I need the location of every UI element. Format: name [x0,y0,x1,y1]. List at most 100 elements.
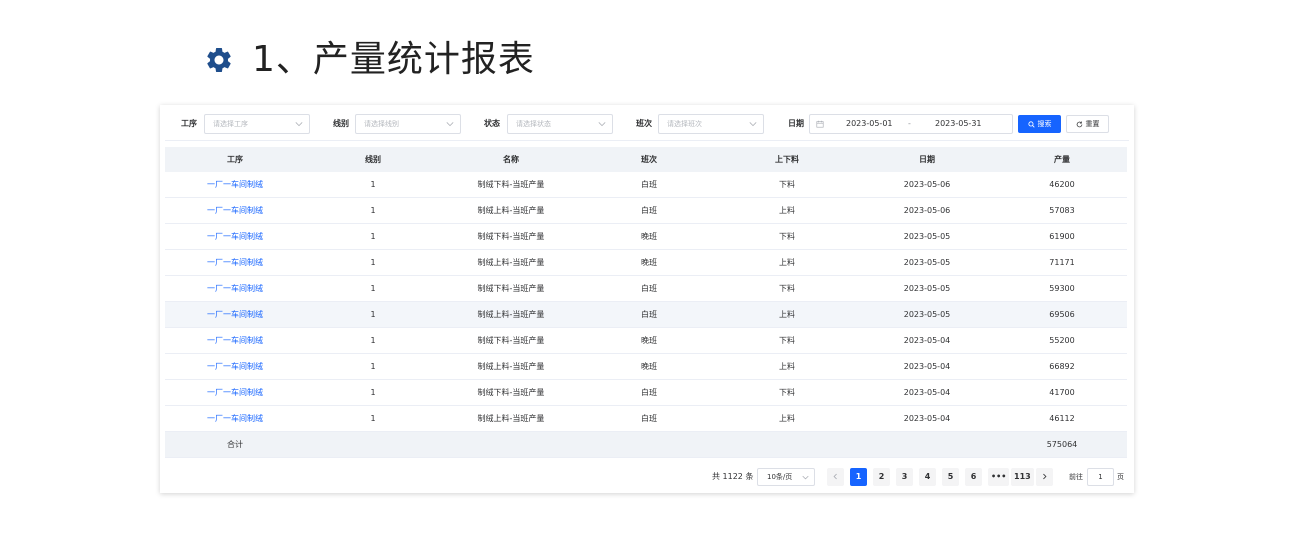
chevron-down-icon [802,475,809,480]
table-cell: 制绒上料-当班产量 [441,197,581,224]
chevron-left-icon [833,473,837,480]
table-row[interactable]: 一厂一车间制绒 1 制绒下料-当班产量 晚班 下料 2023-05-05 61900 [165,223,1127,250]
column-header[interactable]: 名称 [441,147,581,172]
date-separator: - [908,119,911,128]
column-header[interactable]: 上下料 [717,147,857,172]
production-table: 工序 线别 名称 班次 上下料 日期 产量 一厂一车间制绒 1 制绒下料-当班产量白… [165,147,1127,458]
page-number-button[interactable]: 113 [1011,468,1034,486]
process-link[interactable]: 一厂一车间制绒 [165,405,305,432]
status-label: 状态 [484,119,500,128]
page-number-button[interactable]: 2 [873,468,890,486]
process-link[interactable]: 一厂一车间制绒 [165,223,305,250]
chevron-down-icon [749,122,757,127]
report-card: 工序 请选择工序 线别 请选择线别 状态 请选择状态 班次 请选择班次 日期 2… [160,105,1134,493]
prev-page-button[interactable] [827,468,844,486]
table-cell: 69506 [997,301,1127,328]
table-row[interactable]: 一厂一车间制绒 1 制绒上料-当班产量 白班 上料 2023-05-05 69506 [165,301,1127,328]
table-cell: 制绒上料-当班产量 [441,405,581,432]
process-link[interactable]: 一厂一车间制绒 [165,379,305,406]
page-size-select[interactable]: 10条/页 [757,468,815,486]
process-link[interactable]: 一厂一车间制绒 [165,353,305,380]
table-cell: 1 [305,405,441,432]
column-header[interactable]: 班次 [581,147,717,172]
status-select[interactable]: 请选择状态 [507,114,613,134]
search-button[interactable]: 搜索 [1018,115,1061,133]
table-cell: 白班 [581,301,717,328]
table-row[interactable]: 一厂一车间制绒 1 制绒上料-当班产量 晚班 上料 2023-05-04 66892 [165,353,1127,380]
more-pages-button[interactable]: ••• [988,468,1010,486]
table-cell: 66892 [997,353,1127,380]
table-row[interactable]: 一厂一车间制绒 1 制绒上料-当班产量 白班 上料 2023-05-06 57083 [165,197,1127,224]
table-row[interactable]: 一厂一车间制绒 1 制绒上料-当班产量 晚班 上料 2023-05-05 71171 [165,249,1127,276]
filter-divider [165,140,1129,141]
line-label: 线别 [333,119,349,128]
process-link[interactable]: 一厂一车间制绒 [165,327,305,354]
summary-row: 合计 575064 [165,431,1127,458]
table-cell: 1 [305,249,441,276]
table-row[interactable]: 一厂一车间制绒 1 制绒下料-当班产量 白班 下料 2023-05-05 59300 [165,275,1127,302]
reset-button[interactable]: 重置 [1066,115,1109,133]
process-select[interactable]: 请选择工序 [204,114,310,134]
reset-button-label: 重置 [1085,120,1100,128]
table-cell: 下料 [717,223,857,250]
summary-total: 575064 [997,431,1127,458]
table-cell: 2023-05-05 [857,301,997,328]
filter-bar: 工序 请选择工序 线别 请选择线别 状态 请选择状态 班次 请选择班次 日期 2… [160,114,1134,134]
date-end[interactable]: 2023-05-31 [935,115,982,133]
status-placeholder: 请选择状态 [516,120,551,128]
table-cell: 1 [305,353,441,380]
page-number-button[interactable]: 1 [850,468,867,486]
summary-label: 合计 [165,431,305,458]
table-cell: 上料 [717,197,857,224]
table-cell: 上料 [717,353,857,380]
table-cell: 制绒下料-当班产量 [441,327,581,354]
next-page-button[interactable] [1036,468,1053,486]
table-cell: 制绒下料-当班产量 [441,275,581,302]
table-cell: 1 [305,172,441,198]
process-link[interactable]: 一厂一车间制绒 [165,301,305,328]
table-cell: 46112 [997,405,1127,432]
table-cell: 2023-05-04 [857,379,997,406]
process-link[interactable]: 一厂一车间制绒 [165,172,305,198]
table-cell: 2023-05-05 [857,223,997,250]
table-cell: 制绒下料-当班产量 [441,223,581,250]
table-row[interactable]: 一厂一车间制绒 1 制绒下料-当班产量 晚班 下料 2023-05-04 55200 [165,327,1127,354]
column-header[interactable]: 工序 [165,147,305,172]
table-cell: 1 [305,275,441,302]
table-cell: 制绒下料-当班产量 [441,172,581,198]
process-link[interactable]: 一厂一车间制绒 [165,197,305,224]
goto-suffix: 页 [1117,473,1124,481]
page-number-button[interactable]: 5 [942,468,959,486]
shift-select[interactable]: 请选择班次 [658,114,764,134]
table-cell: 46200 [997,172,1127,198]
goto-page-input[interactable]: 1 [1087,468,1114,486]
page-number-button[interactable]: 3 [896,468,913,486]
date-start[interactable]: 2023-05-01 [846,115,893,133]
table-cell: 晚班 [581,249,717,276]
table-cell: 2023-05-04 [857,353,997,380]
table-row[interactable]: 一厂一车间制绒 1 制绒下料-当班产量 白班 下料 2023-05-06 46200 [165,172,1127,198]
gear-icon [204,45,234,75]
table-cell: 59300 [997,275,1127,302]
chevron-right-icon [1043,473,1047,480]
page-number-button[interactable]: 6 [965,468,982,486]
process-link[interactable]: 一厂一车间制绒 [165,275,305,302]
page-number-button[interactable]: 4 [919,468,936,486]
table-row[interactable]: 一厂一车间制绒 1 制绒下料-当班产量 白班 下料 2023-05-04 41700 [165,379,1127,406]
table-cell: 57083 [997,197,1127,224]
column-header[interactable]: 产量 [997,147,1127,172]
page-title: 1、产量统计报表 [252,39,535,80]
process-link[interactable]: 一厂一车间制绒 [165,249,305,276]
table-cell: 1 [305,379,441,406]
table-cell: 白班 [581,172,717,198]
table-cell: 2023-05-05 [857,249,997,276]
column-header[interactable]: 日期 [857,147,997,172]
line-select[interactable]: 请选择线别 [355,114,461,134]
table-cell: 制绒上料-当班产量 [441,249,581,276]
table-cell: 1 [305,223,441,250]
table-row[interactable]: 一厂一车间制绒 1 制绒上料-当班产量 白班 上料 2023-05-04 46112 [165,405,1127,432]
table-cell: 2023-05-04 [857,405,997,432]
table-header-row: 工序 线别 名称 班次 上下料 日期 产量 [165,147,1127,172]
column-header[interactable]: 线别 [305,147,441,172]
date-range-picker[interactable]: 2023-05-01 - 2023-05-31 [809,114,1013,134]
